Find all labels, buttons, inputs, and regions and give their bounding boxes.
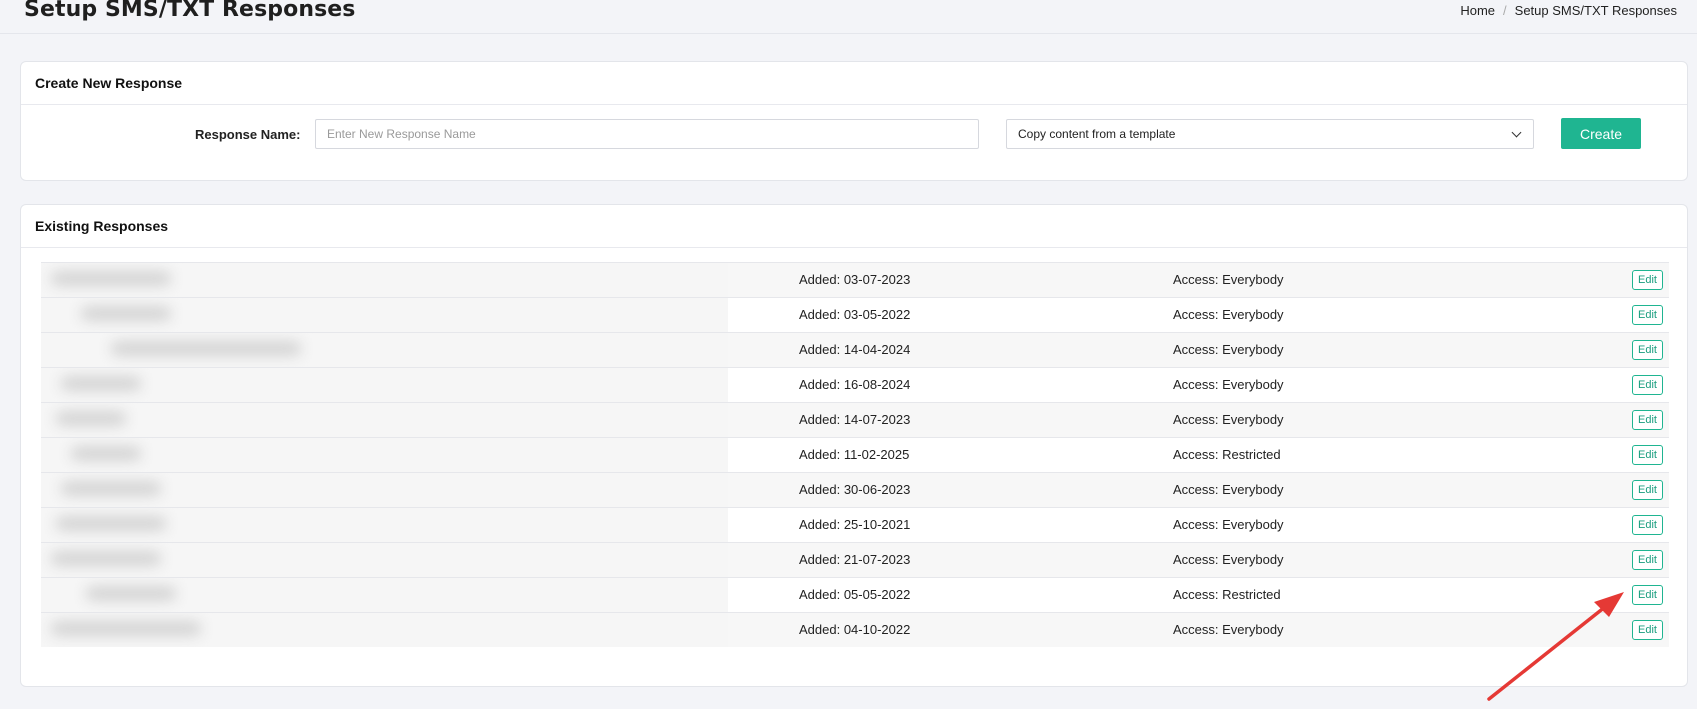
breadcrumb-separator: /	[1503, 3, 1507, 18]
added-date: Added: 03-07-2023	[799, 272, 911, 287]
access-level: Access: Restricted	[1173, 587, 1281, 602]
table-row: Added: 14-04-2024 Access: Everybody Edit	[41, 332, 1669, 367]
response-name-label: Response Name:	[195, 127, 301, 142]
response-name-redacted	[41, 613, 728, 647]
edit-button[interactable]: Edit	[1632, 270, 1663, 290]
added-date: Added: 04-10-2022	[799, 622, 911, 637]
responses-table: Added: 03-07-2023 Access: Everybody Edit Ad…	[41, 262, 1669, 647]
edit-button[interactable]: Edit	[1632, 410, 1663, 430]
existing-responses-card-title: Existing Responses	[21, 205, 1687, 248]
response-name-redacted	[41, 263, 728, 297]
table-row: Added: 03-07-2023 Access: Everybody Edit	[41, 262, 1669, 297]
existing-responses-card: Existing Responses Added: 03-07-2023 Acce…	[20, 204, 1688, 687]
page-title: Setup SMS/TXT Responses	[24, 0, 356, 22]
access-level: Access: Everybody	[1173, 377, 1284, 392]
chevron-down-icon	[1511, 127, 1522, 137]
create-button[interactable]: Create	[1561, 118, 1641, 149]
access-level: Access: Everybody	[1173, 342, 1284, 357]
template-select-value: Copy content from a template	[1018, 127, 1176, 141]
added-date: Added: 25-10-2021	[799, 517, 911, 532]
table-row: Added: 21-07-2023 Access: Everybody Edit	[41, 542, 1669, 577]
response-name-redacted	[41, 403, 728, 437]
response-name-redacted	[41, 508, 728, 542]
access-level: Access: Everybody	[1173, 622, 1284, 637]
create-response-card: Create New Response Response Name: Copy …	[20, 61, 1688, 181]
table-row: Added: 16-08-2024 Access: Everybody Edit	[41, 367, 1669, 402]
response-name-redacted	[41, 333, 728, 367]
response-name-redacted	[41, 368, 728, 402]
response-name-input[interactable]	[315, 119, 979, 149]
table-row: Added: 25-10-2021 Access: Everybody Edit	[41, 507, 1669, 542]
edit-button[interactable]: Edit	[1632, 375, 1663, 395]
response-name-redacted	[41, 473, 728, 507]
edit-button[interactable]: Edit	[1632, 445, 1663, 465]
table-row: Added: 30-06-2023 Access: Everybody Edit	[41, 472, 1669, 507]
page-header: Setup SMS/TXT Responses Home / Setup SMS…	[0, 0, 1697, 34]
edit-button[interactable]: Edit	[1632, 340, 1663, 360]
added-date: Added: 14-07-2023	[799, 412, 911, 427]
added-date: Added: 14-04-2024	[799, 342, 911, 357]
added-date: Added: 21-07-2023	[799, 552, 911, 567]
breadcrumb: Home / Setup SMS/TXT Responses	[1460, 3, 1677, 18]
response-name-redacted	[41, 298, 728, 332]
added-date: Added: 11-02-2025	[799, 447, 910, 462]
table-row: Added: 03-05-2022 Access: Everybody Edit	[41, 297, 1669, 332]
table-row: Added: 14-07-2023 Access: Everybody Edit	[41, 402, 1669, 437]
access-level: Access: Everybody	[1173, 272, 1284, 287]
create-response-card-title: Create New Response	[21, 62, 1687, 105]
added-date: Added: 16-08-2024	[799, 377, 911, 392]
response-name-redacted	[41, 438, 728, 472]
table-row: Added: 05-05-2022 Access: Restricted Edit	[41, 577, 1669, 612]
edit-button[interactable]: Edit	[1632, 620, 1663, 640]
edit-button[interactable]: Edit	[1632, 305, 1663, 325]
breadcrumb-current: Setup SMS/TXT Responses	[1514, 3, 1677, 18]
edit-button[interactable]: Edit	[1632, 480, 1663, 500]
added-date: Added: 05-05-2022	[799, 587, 911, 602]
access-level: Access: Restricted	[1173, 447, 1281, 462]
create-response-form: Response Name: Copy content from a templ…	[21, 105, 1687, 181]
table-row: Added: 04-10-2022 Access: Everybody Edit	[41, 612, 1669, 647]
response-name-redacted	[41, 578, 728, 612]
response-name-redacted	[41, 543, 728, 577]
edit-button[interactable]: Edit	[1632, 550, 1663, 570]
access-level: Access: Everybody	[1173, 307, 1284, 322]
access-level: Access: Everybody	[1173, 482, 1284, 497]
access-level: Access: Everybody	[1173, 517, 1284, 532]
access-level: Access: Everybody	[1173, 552, 1284, 567]
edit-button[interactable]: Edit	[1632, 585, 1663, 605]
breadcrumb-home-link[interactable]: Home	[1460, 3, 1495, 18]
template-select[interactable]: Copy content from a template	[1006, 119, 1534, 149]
added-date: Added: 30-06-2023	[799, 482, 911, 497]
table-row: Added: 11-02-2025 Access: Restricted Edit	[41, 437, 1669, 472]
access-level: Access: Everybody	[1173, 412, 1284, 427]
edit-button[interactable]: Edit	[1632, 515, 1663, 535]
added-date: Added: 03-05-2022	[799, 307, 911, 322]
